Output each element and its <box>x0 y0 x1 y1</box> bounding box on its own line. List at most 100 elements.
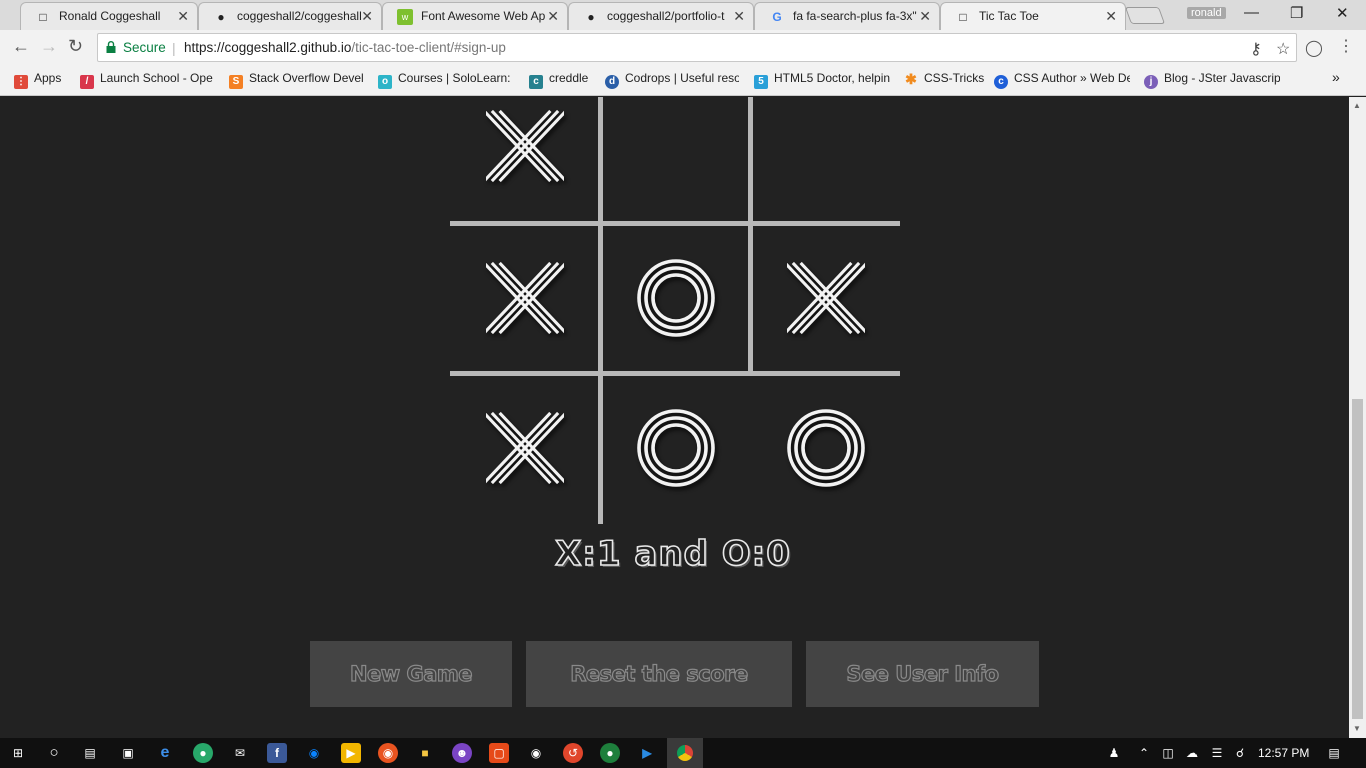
o-mark-icon <box>637 409 715 487</box>
vscode-icon[interactable]: ▶ <box>637 743 657 763</box>
key-icon[interactable]: ⚷ <box>1250 39 1262 59</box>
ubuntu-icon[interactable]: ◉ <box>378 743 398 763</box>
board-cell-6[interactable] <box>450 373 600 523</box>
bookmark-codrops[interactable]: d Codrops | Useful reso <box>605 71 739 89</box>
o-mark-icon <box>787 409 865 487</box>
tab-title: Ronald Coggeshall <box>59 9 161 23</box>
action-center-icon[interactable]: ▤ <box>1324 743 1344 763</box>
board-cell-2[interactable] <box>751 97 901 221</box>
store-icon[interactable]: ▣ <box>118 743 138 763</box>
file-explorer-icon[interactable]: ■ <box>415 743 435 763</box>
bookmark-apps[interactable]: ⋮ Apps <box>14 71 70 89</box>
bookmark-label: CSS-Tricks <box>924 71 984 85</box>
clock[interactable]: 12:57 PM <box>1258 746 1309 760</box>
back-icon[interactable]: ← <box>12 36 30 57</box>
forward-icon[interactable]: → <box>40 36 58 57</box>
bookmark-html5-doctor[interactable]: 5 HTML5 Doctor, helpin <box>754 71 890 89</box>
close-icon[interactable]: ✕ <box>177 8 189 25</box>
board-cell-1[interactable] <box>601 97 751 221</box>
bookmark-label: HTML5 Doctor, helpin <box>774 71 890 85</box>
stack-overflow-icon: S <box>229 75 243 89</box>
bookmark-sololearn[interactable]: o Courses | SoloLearn: L <box>378 71 514 89</box>
bookmark-launch-school[interactable]: / Launch School - Ope <box>80 71 214 89</box>
reload-icon[interactable]: ↻ <box>68 36 83 57</box>
launch-school-icon: / <box>80 75 94 89</box>
browser-toolbar: ← → ↻ Secure | https://coggeshall2.githu… <box>0 30 1366 65</box>
bookmark-stack-overflow[interactable]: S Stack Overflow Devel <box>229 71 363 89</box>
profile-name[interactable]: ronald <box>1187 7 1226 19</box>
task-view-icon[interactable]: ▤ <box>80 743 100 763</box>
board-cell-0[interactable] <box>450 97 600 221</box>
bookmark-jster[interactable]: j Blog - JSter Javascript <box>1144 71 1280 89</box>
board-cell-5[interactable] <box>751 223 901 373</box>
tab-github-coggeshall[interactable]: ● coggeshall2/coggeshall ✕ <box>198 2 382 30</box>
search-icon[interactable]: ○ <box>44 743 64 763</box>
page-viewport: X:1 and O:0 New Game Reset the score See… <box>0 97 1366 738</box>
minimize-icon[interactable]: — <box>1244 4 1259 21</box>
tab-google-search[interactable]: G fa fa-search-plus fa-3x" ✕ <box>754 2 940 30</box>
google-icon: G <box>772 10 782 24</box>
office-icon[interactable]: ▢ <box>489 743 509 763</box>
close-icon[interactable]: ✕ <box>547 8 559 25</box>
volume-muted-icon[interactable]: ☌ <box>1230 743 1250 763</box>
page-scrollbar[interactable]: ▲ ▼ <box>1349 97 1366 738</box>
app-icon[interactable]: ● <box>193 743 213 763</box>
bookmark-creddle[interactable]: c creddle <box>529 71 593 89</box>
board-cell-4[interactable] <box>601 223 751 373</box>
scroll-up-icon[interactable]: ▲ <box>1353 101 1361 110</box>
new-tab-button[interactable] <box>1124 7 1166 24</box>
app-icon[interactable]: ▶ <box>341 743 361 763</box>
close-window-icon[interactable]: ✕ <box>1336 4 1349 22</box>
star-icon[interactable]: ☆ <box>1276 39 1290 59</box>
edge-icon[interactable]: e <box>155 743 175 763</box>
tab-title: coggeshall2/coggeshall <box>237 9 362 23</box>
board-cell-8[interactable] <box>751 373 901 523</box>
close-icon[interactable]: ✕ <box>919 8 931 25</box>
chevron-up-icon[interactable]: ⌃ <box>1134 743 1154 763</box>
bookmark-css-tricks[interactable]: ✱ CSS-Tricks <box>904 71 984 86</box>
wifi-icon[interactable]: ☰ <box>1207 743 1227 763</box>
page-icon: □ <box>959 10 967 24</box>
messenger-icon[interactable]: ◉ <box>304 743 324 763</box>
secure-label: Secure <box>123 40 166 55</box>
battery-icon[interactable]: ◫ <box>1158 743 1178 763</box>
app-icon[interactable]: ↺ <box>563 743 583 763</box>
close-icon[interactable]: ✕ <box>733 8 745 25</box>
windows-start-icon[interactable]: ⊞ <box>8 743 28 763</box>
app-icon[interactable]: ● <box>600 743 620 763</box>
close-icon[interactable]: ✕ <box>1105 8 1117 25</box>
people-icon[interactable]: ♟ <box>1104 743 1124 763</box>
user-info-button[interactable]: See User Info <box>806 641 1039 707</box>
url-text[interactable]: https://coggeshall2.github.io/tic-tac-to… <box>184 40 506 55</box>
reset-score-button[interactable]: Reset the score <box>526 641 792 707</box>
x-mark-icon <box>486 109 564 183</box>
camera-icon[interactable]: ◉ <box>526 743 546 763</box>
restore-icon[interactable]: ❐ <box>1290 4 1303 22</box>
bookmark-css-author[interactable]: c CSS Author » Web De <box>994 71 1130 89</box>
onedrive-icon[interactable]: ☁ <box>1182 743 1202 763</box>
tab-title: Tic Tac Toe <box>979 9 1039 23</box>
bookmark-label: Stack Overflow Devel <box>249 71 363 85</box>
board-cell-7[interactable] <box>601 373 751 523</box>
chrome-icon <box>677 745 693 761</box>
scroll-down-icon[interactable]: ▼ <box>1353 724 1361 733</box>
chrome-taskbar-button[interactable] <box>667 738 703 768</box>
bookmark-label: creddle <box>549 71 589 85</box>
scrollbar-thumb[interactable] <box>1352 399 1363 719</box>
menu-icon[interactable]: ⋮ <box>1338 36 1354 56</box>
app-icon[interactable]: ☻ <box>452 743 472 763</box>
tab-github-portfolio[interactable]: ● coggeshall2/portfolio-t ✕ <box>568 2 754 30</box>
o-mark-icon <box>637 259 715 337</box>
tab-tic-tac-toe[interactable]: □ Tic Tac Toe ✕ <box>940 2 1126 30</box>
tab-font-awesome[interactable]: w Font Awesome Web Ap ✕ <box>382 2 568 30</box>
address-bar[interactable]: Secure | https://coggeshall2.github.io/t… <box>97 33 1297 62</box>
extension-icon[interactable]: ◯ <box>1305 38 1323 58</box>
tab-ronald-coggeshall[interactable]: □ Ronald Coggeshall ✕ <box>20 2 198 30</box>
close-icon[interactable]: ✕ <box>361 8 373 25</box>
facebook-icon[interactable]: f <box>267 743 287 763</box>
board-cell-3[interactable] <box>450 223 600 373</box>
bookmark-label: Codrops | Useful reso <box>625 71 739 85</box>
mail-icon[interactable]: ✉ <box>230 743 250 763</box>
more-bookmarks-icon[interactable]: » <box>1332 69 1340 85</box>
new-game-button[interactable]: New Game <box>310 641 512 707</box>
